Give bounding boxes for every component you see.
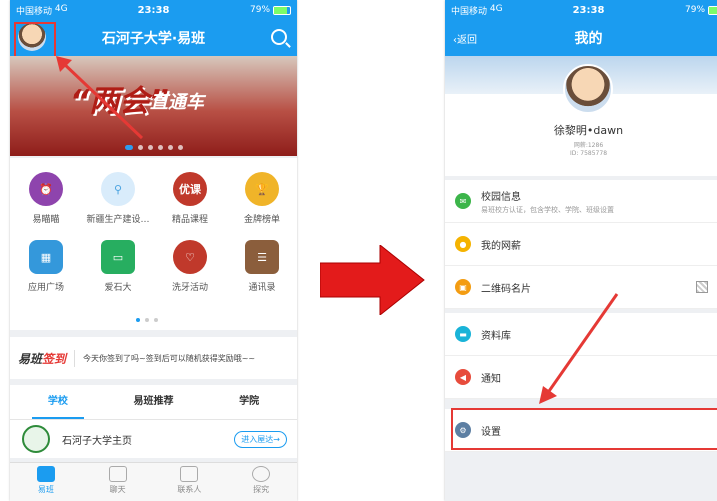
- school-name: 石河子大学主页: [62, 435, 132, 447]
- app-item[interactable]: 优课 精品课程: [154, 172, 226, 225]
- app-label: 易瞄瞄: [32, 215, 60, 225]
- qr-code-icon: [696, 281, 708, 293]
- menu-item-label: 资料库: [481, 330, 511, 342]
- tab-recommend[interactable]: 易班推荐: [106, 385, 202, 419]
- yiban-icon: [36, 466, 55, 482]
- back-button[interactable]: ‹返回: [453, 31, 477, 46]
- nav-contacts[interactable]: 联系人: [154, 463, 226, 501]
- app-item[interactable]: ▦ 应用广场: [10, 240, 82, 293]
- carrier-label: 中国移动: [16, 6, 53, 17]
- enter-button[interactable]: 进入屋达→: [234, 430, 287, 448]
- alarm-clock-icon: ⏰: [29, 172, 63, 206]
- profile-id: ID: 7585778: [569, 150, 608, 157]
- app-item[interactable]: ⏰ 易瞄瞄: [10, 172, 82, 225]
- app-label: 金牌榜单: [243, 215, 280, 225]
- settings-highlight-box: [451, 408, 717, 450]
- yooc-icon: 优课: [173, 172, 207, 206]
- menu-item-label: 校园信息: [481, 191, 521, 203]
- school-logo-icon: [22, 425, 50, 453]
- status-bar: 中国移动 4G 23:38 79%: [10, 0, 297, 20]
- search-icon[interactable]: [271, 29, 287, 45]
- person-icon: ⚲: [101, 172, 135, 206]
- bottom-nav: 易班 聊天 联系人 探究: [10, 462, 297, 501]
- transition-arrow: [320, 245, 425, 315]
- content-tabs: 学校 易班推荐 学院: [10, 385, 297, 420]
- library-icon: ▬: [455, 326, 471, 342]
- tooth-icon: ♡: [173, 240, 207, 274]
- speaker-icon: ◀: [455, 369, 471, 385]
- profile-wealth: 网薪:1286: [573, 142, 604, 149]
- app-grid: ⏰ 易瞄瞄 ⚲ 新疆生产建设… 优课 精品课程 🏆 金牌榜单 ▦ 应用广场 ▭ …: [10, 158, 297, 330]
- school-row[interactable]: 石河子大学主页 进入屋达→: [10, 420, 297, 458]
- annotation-arrow: [56, 56, 144, 140]
- battery-icon: [708, 6, 717, 15]
- app-header: ‹返回 我的: [445, 20, 717, 56]
- app-label: 新疆生产建设…: [86, 215, 150, 225]
- app-item[interactable]: 🏆 金牌榜单: [226, 172, 297, 225]
- app-label: 应用广场: [27, 283, 64, 293]
- carrier-label: 中国移动: [451, 6, 488, 17]
- grid-icon: ▦: [29, 240, 63, 274]
- signin-logo: 易班签到: [10, 349, 76, 367]
- app-label: 通讯录: [248, 283, 276, 293]
- banner-headline-2: 直通车: [150, 92, 204, 113]
- tab-school[interactable]: 学校: [10, 385, 106, 419]
- trophy-icon: 🏆: [245, 172, 279, 206]
- chat-icon: [108, 466, 127, 482]
- avatar[interactable]: [563, 64, 613, 114]
- menu-item-label: 我的网薪: [481, 240, 521, 252]
- nav-explore[interactable]: 探究: [225, 463, 297, 501]
- signin-text: 今天你签到了吗~签到后可以随机获得奖励哦~~: [83, 353, 256, 363]
- network-label: 4G: [489, 3, 503, 14]
- app-item[interactable]: ♡ 洗牙活动: [154, 240, 226, 293]
- grid-pager: [136, 318, 158, 322]
- contacts-book-icon: ☰: [245, 240, 279, 274]
- battery-label: 79%: [250, 5, 271, 15]
- app-item[interactable]: ▭ 爱石大: [82, 240, 154, 293]
- menu-item-label: 通知: [481, 373, 501, 385]
- profile-name: 徐黎明•dawn: [553, 124, 624, 137]
- app-item[interactable]: ☰ 通讯录: [226, 240, 297, 293]
- tab-college[interactable]: 学院: [201, 385, 297, 419]
- app-item[interactable]: ⚲ 新疆生产建设…: [82, 172, 154, 225]
- battery-label: 79%: [685, 5, 706, 15]
- nav-chat[interactable]: 聊天: [82, 463, 154, 501]
- blackboard-icon: ▭: [101, 240, 135, 274]
- annotation-arrow: [539, 293, 619, 404]
- profile-card[interactable]: 徐黎明•dawn 网薪:1286 ID: 7585778 ›: [445, 56, 717, 176]
- nav-yiban[interactable]: 易班: [10, 463, 82, 501]
- signin-bar[interactable]: 易班签到 今天你签到了吗~签到后可以随机获得奖励哦~~: [10, 337, 297, 379]
- menu-item-wealth[interactable]: ● 我的网薪 ›: [445, 223, 717, 266]
- battery-icon: [273, 6, 292, 15]
- time-label: 23:38: [572, 4, 605, 16]
- menu-item-campus-info[interactable]: ✉ 校园信息易班校方认证，包含学校、学院、班级设置 ›: [445, 180, 717, 223]
- app-label: 爱石大: [104, 283, 132, 293]
- app-label: 精品课程: [171, 215, 208, 225]
- time-label: 23:38: [137, 4, 170, 16]
- coins-icon: ●: [455, 236, 471, 252]
- right-phone-screen: 中国移动 4G 23:38 79% ‹返回 我的 徐黎明•dawn 网薪:128…: [445, 0, 717, 501]
- network-label: 4G: [54, 3, 68, 14]
- menu-item-sub: 易班校方认证，包含学校、学院、班级设置: [481, 205, 614, 214]
- card-icon: ▣: [455, 279, 471, 295]
- contacts-icon: [180, 466, 199, 482]
- page-title: 我的: [574, 31, 603, 47]
- status-bar: 中国移动 4G 23:38 79%: [445, 0, 717, 20]
- menu-item-label: 二维码名片: [481, 283, 531, 295]
- message-icon: ✉: [455, 193, 471, 209]
- app-label: 洗牙活动: [171, 283, 208, 293]
- left-phone-screen: 中国移动 4G 23:38 79% 石河子大学·易班 “两会” 直通车 ⏰ 易瞄…: [10, 0, 297, 501]
- compass-icon: [252, 466, 271, 482]
